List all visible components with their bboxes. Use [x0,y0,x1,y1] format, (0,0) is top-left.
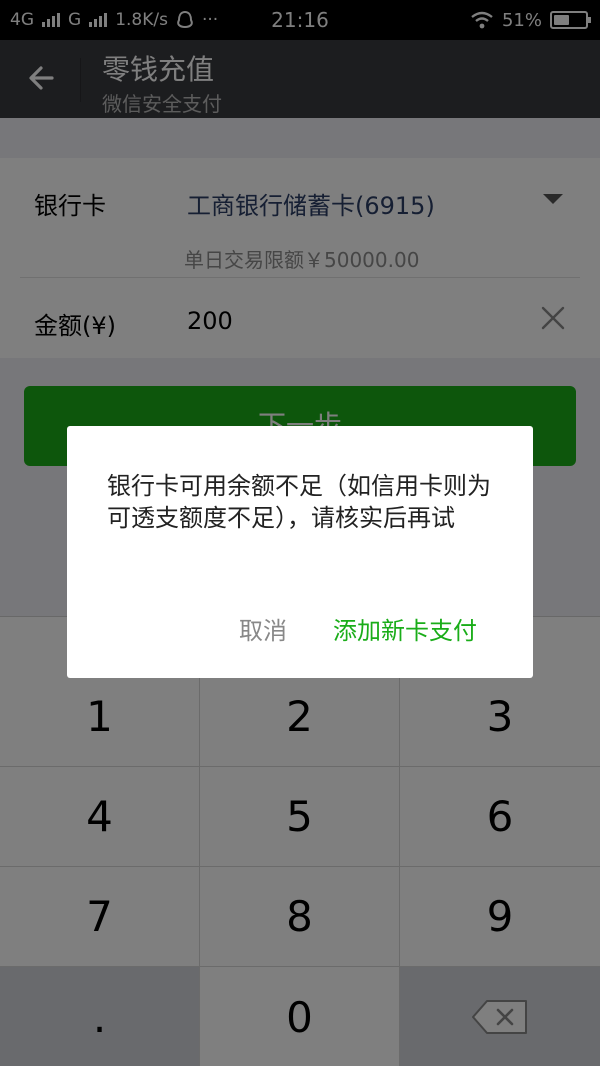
insufficient-balance-dialog: 银行卡可用余额不足（如信用卡则为可透支额度不足），请核实后再试 取消 添加新卡支… [67,426,533,678]
dialog-message: 银行卡可用余额不足（如信用卡则为可透支额度不足），请核实后再试 [107,472,491,532]
add-new-card-button[interactable]: 添加新卡支付 [333,611,477,646]
cancel-button[interactable]: 取消 [239,611,287,646]
